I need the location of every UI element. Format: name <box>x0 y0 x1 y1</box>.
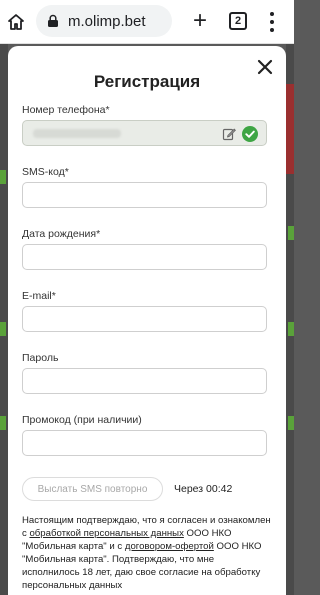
background-marker <box>288 416 294 430</box>
password-input[interactable] <box>22 368 267 394</box>
home-icon[interactable] <box>0 0 32 44</box>
password-label: Пароль <box>22 352 59 364</box>
background-banner <box>286 84 294 174</box>
sms-code-label: SMS-код* <box>22 166 69 178</box>
phone-value-blurred <box>33 129 121 138</box>
resend-timer: Через 00:42 <box>174 483 233 495</box>
background-marker <box>288 322 294 336</box>
email-input[interactable] <box>22 306 267 332</box>
background-marker <box>288 226 294 240</box>
sms-code-input[interactable] <box>22 182 267 208</box>
modal-title: Регистрация <box>93 72 201 91</box>
consent-text: Настоящим подтверждаю, что я согласен и … <box>22 514 274 593</box>
browser-toolbar: m.olimp.bet + 2 <box>0 0 294 44</box>
resend-sms-button[interactable]: Выслать SMS повторно <box>22 477 163 501</box>
offer-agreement-link[interactable]: договором-офертой <box>125 541 214 552</box>
birth-date-label: Дата рождения* <box>22 228 101 240</box>
lock-icon <box>48 14 58 27</box>
birth-date-input[interactable] <box>22 244 267 270</box>
promo-code-input[interactable] <box>22 430 267 456</box>
background-marker <box>0 416 6 430</box>
phone-field[interactable] <box>22 120 267 146</box>
background-marker <box>0 322 6 336</box>
check-circle-icon <box>242 126 258 142</box>
address-bar[interactable]: m.olimp.bet <box>36 5 172 37</box>
personal-data-link[interactable]: обработкой персональных данных <box>29 528 183 539</box>
url-text: m.olimp.bet <box>68 12 146 30</box>
tab-switcher-button[interactable]: 2 <box>229 12 247 30</box>
overflow-menu-icon[interactable] <box>264 10 280 34</box>
phone-label: Номер телефона* <box>22 104 110 116</box>
email-label: E-mail* <box>22 290 56 302</box>
edit-icon[interactable] <box>222 127 236 141</box>
background-page-left <box>0 44 8 595</box>
promo-code-label: Промокод (при наличии) <box>22 414 142 426</box>
new-tab-button[interactable]: + <box>188 8 212 36</box>
registration-modal: Регистрация Номер телефона* SMS-код* Дат… <box>8 46 286 595</box>
background-marker <box>0 170 6 184</box>
